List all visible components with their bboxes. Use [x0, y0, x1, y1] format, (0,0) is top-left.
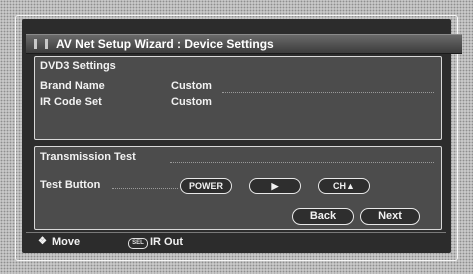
window-title: AV Net Setup Wizard : Device Settings: [56, 37, 274, 51]
device-settings-heading: DVD3 Settings: [40, 60, 116, 72]
sel-badge-icon: SEL: [128, 238, 148, 249]
move-icon: ❖: [38, 236, 47, 247]
power-button[interactable]: POWER: [180, 178, 232, 194]
title-decoration-icon: [34, 39, 48, 49]
window-title-bar: AV Net Setup Wizard : Device Settings: [26, 34, 462, 54]
next-button[interactable]: Next: [360, 208, 420, 225]
ir-out-label: IR Out: [150, 236, 183, 248]
brand-name-value[interactable]: Custom: [171, 80, 212, 92]
back-button[interactable]: Back: [292, 208, 354, 225]
status-bar: [26, 232, 446, 249]
test-button-label: Test Button: [40, 179, 101, 191]
brand-name-divider: [222, 92, 434, 93]
brand-name-label: Brand Name: [40, 80, 105, 92]
play-button[interactable]: ▶: [249, 178, 301, 194]
ir-code-set-label: IR Code Set: [40, 96, 102, 108]
transmission-test-heading: Transmission Test: [40, 151, 136, 163]
channel-up-button[interactable]: CH▲: [318, 178, 370, 194]
ir-code-set-value[interactable]: Custom: [171, 96, 212, 108]
transmission-test-divider: [170, 162, 434, 163]
move-label: Move: [52, 236, 81, 248]
test-button-divider: [112, 188, 178, 189]
